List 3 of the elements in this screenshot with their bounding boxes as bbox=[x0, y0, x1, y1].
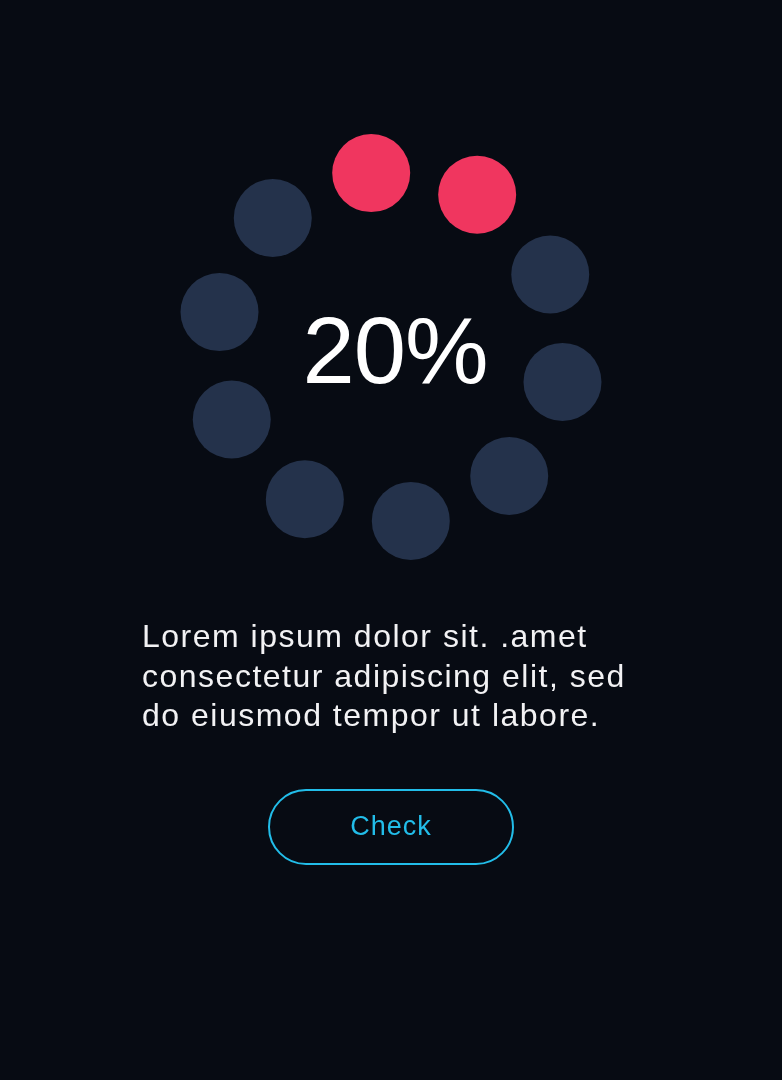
check-button[interactable]: Check bbox=[268, 788, 514, 865]
percent-label: 20% bbox=[302, 304, 488, 398]
message-paragraph: Lorem ipsum dolor sit. .amet consectetur adipiscing elit, sed do eiusmod tempor ut labore. bbox=[142, 617, 627, 735]
